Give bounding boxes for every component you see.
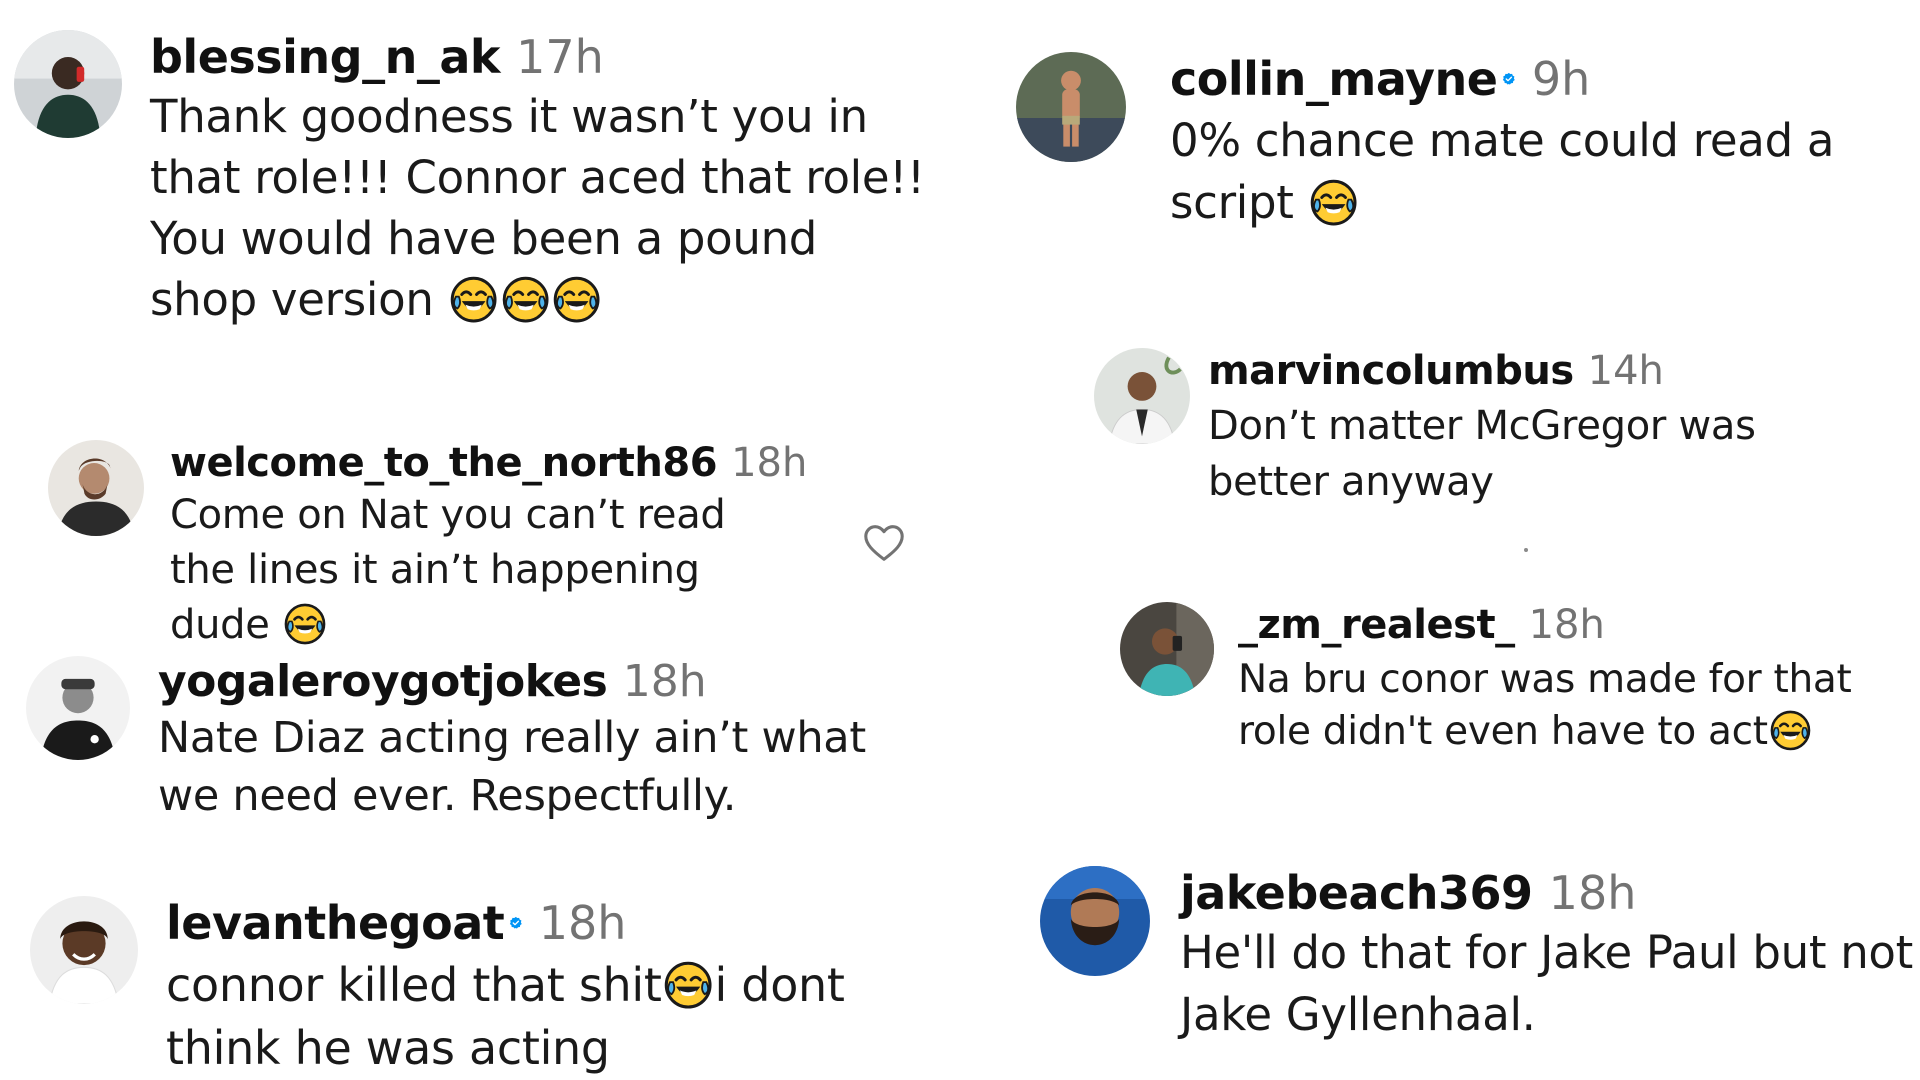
comment-text: Na bru conor was made for that role didn…: [1238, 654, 1920, 758]
comment-marvincolumbus: marvincolumbus 14h Don’t matter McGregor…: [1094, 348, 1914, 510]
separator-dot: [1524, 548, 1528, 552]
verified-badge-icon: [509, 916, 523, 930]
comment-text: Nate Diaz acting really ain’t what we ne…: [158, 709, 918, 825]
username[interactable]: welcome_to_the_north86: [170, 440, 718, 486]
comment-text-part: Come on Nat you can’t read the lines it …: [170, 492, 726, 648]
comment-text-part: 0% chance mate could read a script: [1170, 114, 1835, 229]
avatar[interactable]: [14, 30, 122, 138]
avatar-image: [1120, 602, 1214, 696]
timestamp: 18h: [1548, 866, 1637, 920]
username[interactable]: _zm_realest_: [1238, 602, 1515, 648]
laughing-crying-emoji-icon: [1770, 710, 1811, 751]
comment-text-part: Na bru conor was made for that role didn…: [1238, 657, 1852, 754]
avatar[interactable]: [26, 656, 130, 760]
avatar[interactable]: [1120, 602, 1214, 696]
username[interactable]: levanthegoat: [166, 896, 505, 950]
comment-text-part: He'll do that for Jake Paul but not Jake…: [1180, 926, 1914, 1041]
comment-welcome-to-the-north86: welcome_to_the_north86 18h Come on Nat y…: [48, 440, 928, 653]
comments-screenshot: blessing_n_ak 17h Thank goodness it wasn…: [0, 0, 1920, 1080]
comment-collin-mayne: collin_mayne 9h 0% chance mate could rea…: [1016, 52, 1916, 234]
comment-text-part: Nate Diaz acting really ain’t what we ne…: [158, 713, 866, 821]
username[interactable]: marvincolumbus: [1208, 348, 1574, 394]
username[interactable]: jakebeach369: [1180, 866, 1533, 920]
avatar-image: [30, 896, 138, 1004]
like-heart-icon[interactable]: [860, 520, 908, 566]
laughing-crying-emoji-icon: [502, 276, 549, 323]
laughing-crying-emoji-icon: [664, 961, 712, 1009]
heart-outline-icon: [864, 525, 904, 561]
comment-text: connor killed that shit i dont think he w…: [166, 954, 966, 1080]
timestamp: 18h: [731, 440, 808, 486]
avatar[interactable]: [30, 896, 138, 1004]
comment-blessing-n-ak: blessing_n_ak 17h Thank goodness it wasn…: [14, 30, 934, 330]
comment-text-part: connor killed that shit: [166, 958, 662, 1012]
avatar[interactable]: [48, 440, 144, 536]
comment-jakebeach369: jakebeach369 18h He'll do that for Jake …: [1040, 866, 1920, 1046]
username[interactable]: collin_mayne: [1170, 52, 1498, 106]
avatar-image: [1094, 348, 1190, 444]
comment-zm-realest: _zm_realest_ 18h Na bru conor was made f…: [1120, 602, 1920, 758]
comment-levanthegoat: levanthegoat 18h connor killed that shit…: [30, 896, 960, 1080]
avatar[interactable]: [1040, 866, 1150, 976]
laughing-crying-emoji-icon: [450, 276, 497, 323]
avatar[interactable]: [1016, 52, 1126, 162]
comment-text: Come on Nat you can’t read the lines it …: [170, 488, 770, 653]
comment-text: Don’t matter McGregor was better anyway: [1208, 398, 1888, 510]
laughing-crying-emoji-icon: [553, 276, 600, 323]
username[interactable]: blessing_n_ak: [150, 30, 500, 84]
username[interactable]: yogaleroygotjokes: [158, 656, 608, 707]
timestamp: 18h: [1528, 602, 1605, 648]
comment-text: He'll do that for Jake Paul but not Jake…: [1180, 922, 1920, 1046]
timestamp: 18h: [622, 656, 707, 707]
comment-text: Thank goodness it wasn’t you in that rol…: [150, 86, 934, 330]
comment-yogaleroygotjokes: yogaleroygotjokes 18h Nate Diaz acting r…: [26, 656, 946, 825]
laughing-crying-emoji-icon: [284, 603, 326, 645]
verified-badge-icon: [1502, 72, 1516, 86]
avatar[interactable]: [1094, 348, 1190, 444]
avatar-image: [26, 656, 130, 760]
timestamp: 17h: [516, 30, 604, 84]
timestamp: 9h: [1531, 52, 1591, 106]
avatar-image: [1016, 52, 1126, 162]
timestamp: 14h: [1587, 348, 1664, 394]
avatar-image: [48, 440, 144, 536]
avatar-image: [14, 30, 122, 138]
timestamp: 18h: [538, 896, 627, 950]
laughing-crying-emoji-icon: [1310, 179, 1357, 226]
avatar-image: [1040, 866, 1150, 976]
comment-text-part: Don’t matter McGregor was better anyway: [1208, 403, 1756, 505]
comment-text: 0% chance mate could read a script: [1170, 110, 1920, 234]
